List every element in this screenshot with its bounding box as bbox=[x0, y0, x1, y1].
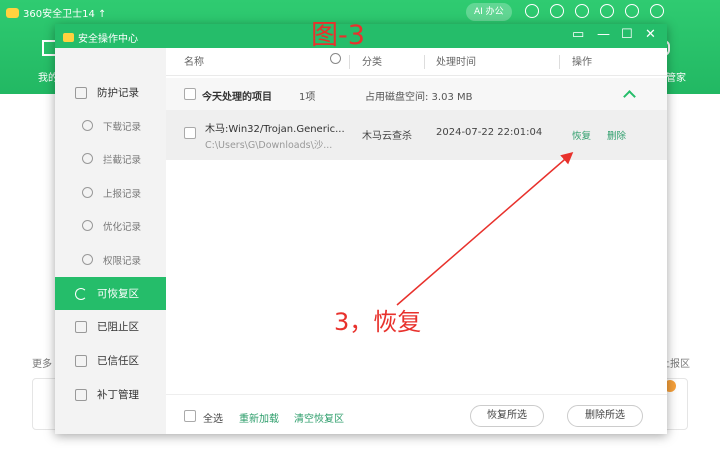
annotation-arrow bbox=[396, 152, 574, 306]
